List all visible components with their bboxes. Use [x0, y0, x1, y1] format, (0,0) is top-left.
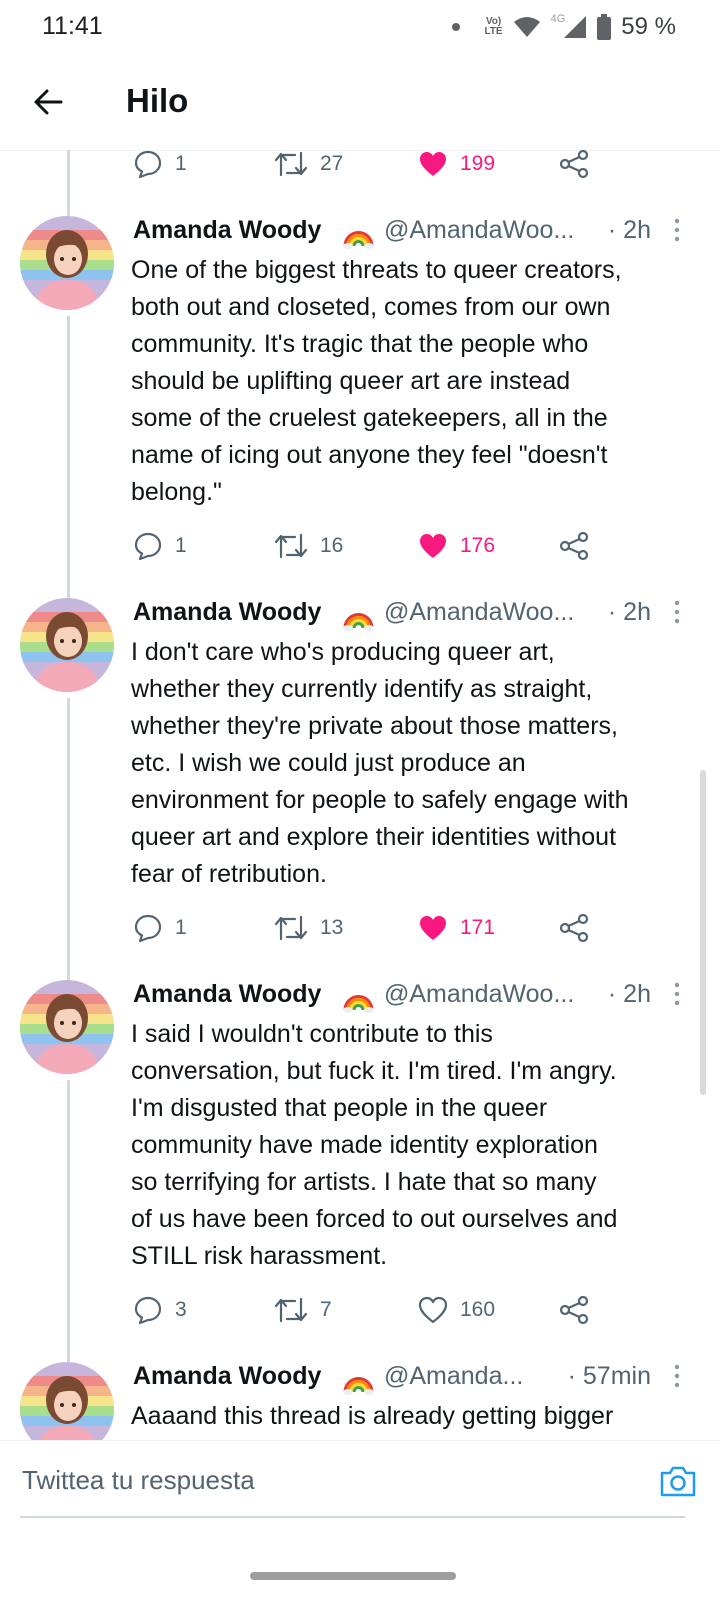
share-icon [559, 150, 589, 179]
tweet-timestamp[interactable]: · 2h [608, 980, 651, 1009]
avatar-illustration [20, 1362, 114, 1440]
arrow-left-icon [34, 89, 63, 115]
tweet-actions: 1 16 176 [133, 526, 633, 566]
share-button[interactable] [559, 526, 589, 566]
like-button[interactable]: 171 [418, 908, 495, 948]
author-handle[interactable]: @AmandaWoo... [384, 980, 574, 1009]
volte-icon: Vo) LTE [484, 16, 503, 37]
thread-connector-line [67, 150, 70, 216]
back-button[interactable] [26, 80, 70, 124]
reply-button[interactable]: 1 [133, 526, 187, 566]
like-button[interactable]: 160 [418, 1290, 495, 1330]
reply-icon [134, 150, 162, 179]
heart-filled-icon [420, 916, 446, 940]
rainbow-emoji-icon [343, 1377, 374, 1395]
reply-button[interactable]: 3 [133, 1290, 187, 1330]
heart-filled-icon [420, 534, 446, 558]
avatar[interactable] [20, 980, 114, 1074]
app-header: Hilo [0, 56, 720, 151]
like-button[interactable]: 176 [418, 526, 495, 566]
retweet-button[interactable]: 13 [274, 908, 343, 948]
rainbow-emoji-icon [343, 231, 374, 249]
camera-icon[interactable] [658, 1461, 698, 1501]
share-button[interactable] [559, 150, 589, 184]
reply-button[interactable]: 1 [133, 150, 187, 184]
rainbow-emoji-icon [343, 995, 374, 1013]
retweet-icon [274, 151, 308, 177]
share-icon [559, 913, 589, 943]
reply-bar [0, 1440, 720, 1519]
avatar-illustration [20, 216, 114, 310]
thread[interactable]: 1 27 199 Amanda Woody @AmandaWoo... · 2h… [0, 150, 720, 1440]
author-name[interactable]: Amanda Woody [133, 980, 321, 1009]
page-title: Hilo [126, 82, 189, 119]
avatar-illustration [20, 598, 114, 692]
tweet-header: Amanda Woody @AmandaWoo... · 2h [133, 598, 693, 632]
tweet[interactable]: Amanda Woody @Amanda... · 57min Aaaand t… [0, 1362, 720, 1440]
retweet-icon [274, 533, 308, 559]
notification-dot-icon [452, 23, 461, 31]
avatar-illustration [20, 980, 114, 1074]
tweet-timestamp[interactable]: · 57min [568, 1362, 651, 1391]
tweet[interactable]: Amanda Woody @AmandaWoo... · 2h I don't … [0, 598, 720, 980]
tweet[interactable]: Amanda Woody @AmandaWoo... · 2h I said I… [0, 980, 720, 1362]
avatar[interactable] [20, 598, 114, 692]
tweet-actions: 3 7 160 [133, 1290, 633, 1330]
retweet-button[interactable]: 7 [274, 1290, 332, 1330]
more-options-icon[interactable] [669, 978, 685, 1012]
tweet-timestamp[interactable]: · 2h [608, 216, 651, 245]
tweet-text: Aaaand this thread is already getting bi… [131, 1402, 614, 1430]
retweet-icon [274, 915, 308, 941]
wifi-icon [513, 17, 540, 37]
battery-percent: 59 % [621, 13, 676, 40]
tweet-timestamp[interactable]: · 2h [608, 598, 651, 627]
reply-button[interactable]: 1 [133, 908, 187, 948]
reply-input[interactable] [20, 1455, 624, 1505]
author-name[interactable]: Amanda Woody [133, 1362, 321, 1391]
retweet-button[interactable]: 16 [274, 526, 343, 566]
tweet[interactable]: Amanda Woody @AmandaWoo... · 2h One of t… [0, 216, 720, 598]
network-type: 4G [550, 13, 566, 25]
like-button[interactable]: 199 [418, 150, 495, 184]
retweet-button[interactable]: 27 [274, 150, 343, 184]
author-handle[interactable]: @AmandaWoo... [384, 216, 574, 245]
tweet-header: Amanda Woody @AmandaWoo... · 2h [133, 980, 693, 1014]
home-indicator[interactable] [250, 1572, 456, 1580]
more-options-icon[interactable] [669, 214, 685, 248]
retweet-icon [274, 1297, 308, 1323]
battery-icon [597, 14, 612, 40]
reply-icon [134, 532, 162, 561]
status-bar: 11:41 Vo) LTE 4G 59 % [0, 0, 720, 56]
share-button[interactable] [559, 908, 589, 948]
share-button[interactable] [559, 1290, 589, 1330]
more-options-icon[interactable] [669, 1360, 685, 1394]
share-icon [559, 531, 589, 561]
status-icons: Vo) LTE 4G 59 % [452, 10, 676, 44]
heart-filled-icon [420, 152, 446, 176]
reply-icon [134, 914, 162, 943]
reply-input-underline [20, 1516, 685, 1518]
cell-signal-icon [564, 16, 587, 38]
tweet-actions: 1 27 199 [133, 150, 633, 184]
share-icon [559, 1295, 589, 1325]
author-handle[interactable]: @Amanda... [384, 1362, 523, 1391]
rainbow-emoji-icon [343, 613, 374, 631]
avatar[interactable] [20, 216, 114, 310]
author-name[interactable]: Amanda Woody [133, 598, 321, 627]
tweet-text: I don't care who's producing queer art, … [131, 638, 629, 888]
tweet-text: I said I wouldn't contribute to this con… [131, 1020, 618, 1270]
more-options-icon[interactable] [669, 596, 685, 630]
heart-outline-icon [418, 1296, 448, 1324]
tweet-actions: 1 13 171 [133, 908, 633, 948]
reply-icon [134, 1296, 162, 1325]
tweet-text: One of the biggest threats to queer crea… [131, 256, 622, 506]
status-time: 11:41 [42, 12, 103, 40]
author-handle[interactable]: @AmandaWoo... [384, 598, 574, 627]
scrollbar[interactable] [700, 770, 706, 1095]
author-name[interactable]: Amanda Woody [133, 216, 321, 245]
avatar[interactable] [20, 1362, 114, 1440]
tweet-header: Amanda Woody @Amanda... · 57min [133, 1362, 693, 1396]
tweet-header: Amanda Woody @AmandaWoo... · 2h [133, 216, 693, 250]
